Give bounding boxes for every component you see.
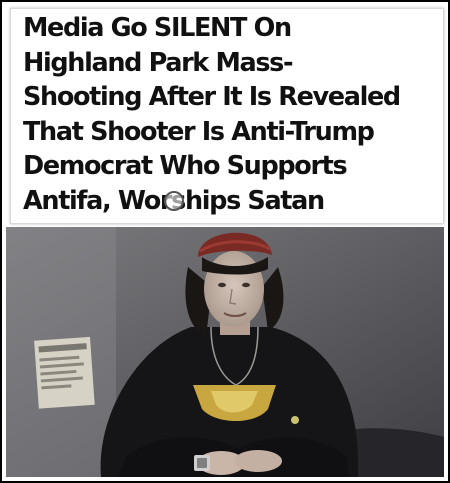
headline-line-1: Media Go SILENT On <box>23 13 292 43</box>
right-hand <box>234 450 282 472</box>
headline-line-6: Antifa, Worships Satan <box>23 185 325 216</box>
headline-line-2: Highland Park Mass- <box>23 47 294 78</box>
meme-frame: Media Go SILENT On Highland Park Mass- S… <box>0 0 450 483</box>
pin-badge <box>291 416 299 424</box>
headline: Media Go SILENT On Highland Park Mass- S… <box>23 11 443 218</box>
headline-line-3: Shooting After It Is Revealed <box>23 82 401 112</box>
left-eye <box>218 282 226 288</box>
photo <box>6 227 444 477</box>
photo-illustration <box>6 227 444 477</box>
wall-poster <box>34 336 95 409</box>
headline-card: Media Go SILENT On Highland Park Mass- S… <box>10 8 444 224</box>
wristwatch-face <box>197 458 207 468</box>
headline-line-5: Democrat Who Supports <box>23 151 348 181</box>
right-eye <box>242 282 250 288</box>
cursor-icon <box>164 191 184 211</box>
headline-line-4: That Shooter Is Anti-Trump <box>23 116 375 147</box>
